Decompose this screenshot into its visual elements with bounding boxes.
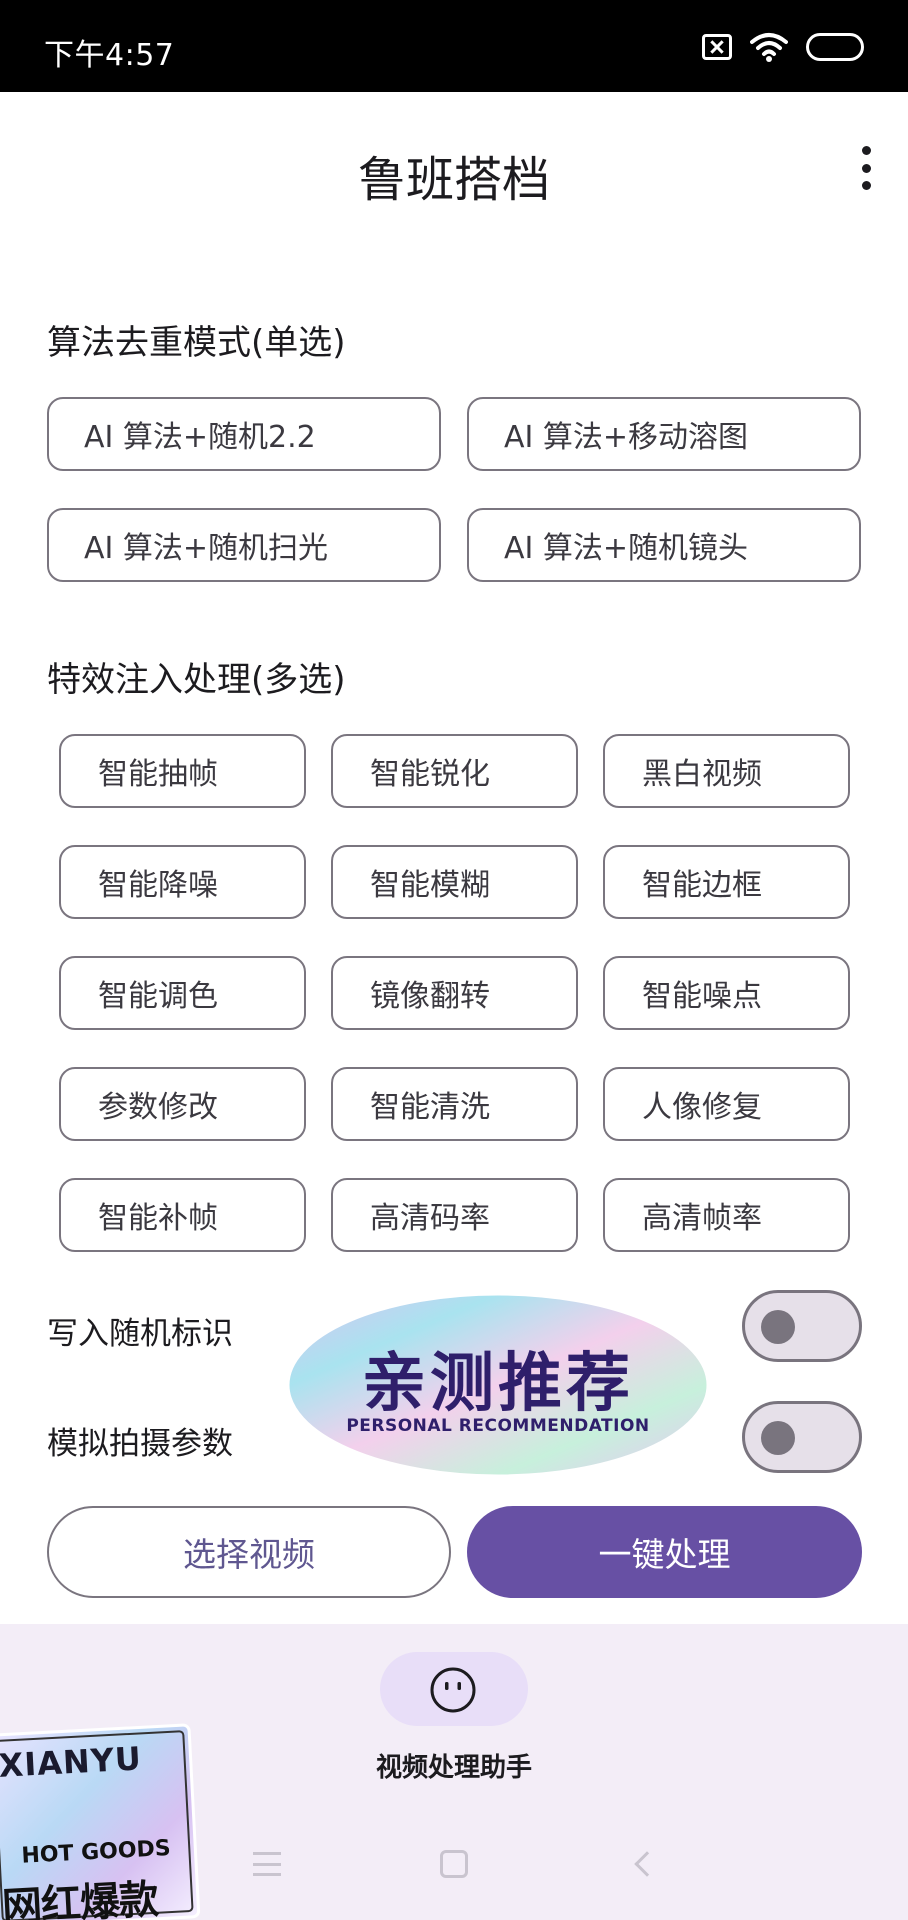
fx-option[interactable]: 人像修复 [603,1067,850,1141]
select-video-button[interactable]: 选择视频 [47,1506,451,1598]
toggle-label-shoot-params: 模拟拍摄参数 [47,1426,233,1462]
fx-option[interactable]: 智能模糊 [331,845,578,919]
sticker-main-text: 亲测推荐 [362,1347,634,1421]
badge-big-text: 网红爆款 [0,1876,160,1920]
battery-level-text: 49 [823,37,847,57]
status-time: 下午4:57 [44,38,175,73]
fx-option[interactable]: 高清帧率 [603,1178,850,1252]
status-icons: 49 [702,32,864,62]
fx-option[interactable]: 智能边框 [603,845,850,919]
fx-option[interactable]: 镜像翻转 [331,956,578,1030]
fx-option[interactable]: 智能补帧 [59,1178,306,1252]
fx-option[interactable]: 智能清洗 [331,1067,578,1141]
fx-option[interactable]: 参数修改 [59,1067,306,1141]
shoot-params-switch[interactable] [742,1401,862,1473]
fx-option[interactable]: 智能调色 [59,956,306,1030]
wifi-icon [750,33,788,62]
toggle-label-random-id: 写入随机标识 [47,1316,233,1352]
random-id-switch[interactable] [742,1290,862,1362]
process-button[interactable]: 一键处理 [467,1506,862,1598]
watermark-badge: XIANYU HOT GOODS 网红爆款 [0,1723,201,1920]
recommendation-sticker: 亲测推荐 PERSONAL RECOMMENDATION [286,1292,710,1478]
system-home-icon[interactable] [440,1850,468,1878]
battery-icon: 49 [806,33,864,61]
switch-thumb [761,1421,795,1455]
no-sim-icon [702,34,732,60]
algo-option[interactable]: AI 算法+移动溶图 [467,397,861,471]
fx-section-title: 特效注入处理(多选) [47,660,346,700]
algo-section-title: 算法去重模式(单选) [47,323,346,363]
algo-option[interactable]: AI 算法+随机2.2 [47,397,441,471]
algo-option[interactable]: AI 算法+随机镜头 [467,508,861,582]
more-vertical-icon[interactable] [854,146,878,190]
status-bar: 下午4:57 49 [0,0,908,92]
fx-option[interactable]: 智能噪点 [603,956,850,1030]
algo-option[interactable]: AI 算法+随机扫光 [47,508,441,582]
fx-option[interactable]: 黑白视频 [603,734,850,808]
switch-thumb [761,1310,795,1344]
fx-option[interactable]: 智能锐化 [331,734,578,808]
page-title: 鲁班搭档 [357,152,550,208]
badge-brand-text: XIANYU [0,1739,143,1785]
fx-option[interactable]: 智能降噪 [59,845,306,919]
sticker-sub-text: PERSONAL RECOMMENDATION [346,1416,650,1436]
smiley-face-icon[interactable] [429,1666,477,1714]
fx-option[interactable]: 智能抽帧 [59,734,306,808]
system-menu-icon[interactable] [252,1846,282,1882]
fx-option[interactable]: 高清码率 [331,1178,578,1252]
